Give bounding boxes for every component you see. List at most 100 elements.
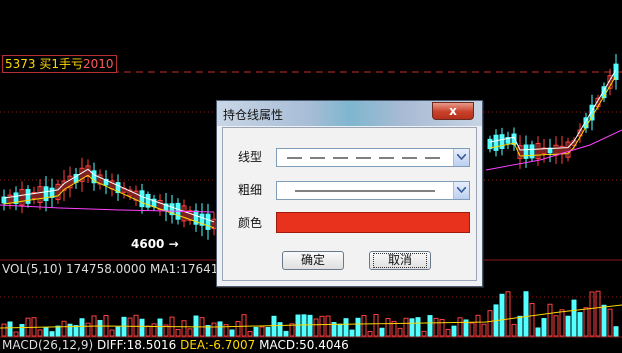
volume-bar (73, 325, 79, 337)
volume-bar (43, 327, 49, 337)
cancel-button[interactable]: 取消 (369, 251, 431, 270)
volume-bar (343, 318, 349, 337)
position-amount: 2010 (83, 57, 114, 71)
dashed-line-preview-icon (287, 157, 443, 159)
volume-bar (67, 323, 73, 337)
volume-bar (337, 323, 343, 337)
volume-bar (517, 315, 523, 337)
volume-bar (457, 317, 463, 337)
dialog-body: 线型 粗细 颜色 确定 取消 (222, 127, 477, 281)
volume-bar (127, 317, 133, 337)
line-type-select[interactable] (276, 148, 470, 167)
ma-line-white (489, 69, 617, 151)
volume-bar (427, 315, 433, 337)
dialog-titlebar[interactable]: 持仓线属性 x (217, 101, 482, 126)
candle-body (499, 134, 505, 149)
volume-bar (277, 322, 283, 337)
volume-bars (0, 290, 622, 337)
volume-bar (325, 315, 331, 337)
volume-bar (403, 317, 409, 337)
volume-bar (487, 310, 493, 337)
volume-bar (349, 329, 355, 337)
volume-bar (469, 322, 475, 337)
volume-bar (37, 329, 43, 337)
macd-value: MACD:50.4046 (259, 338, 349, 352)
volume-bar (61, 320, 67, 337)
volume-bar (601, 304, 607, 337)
volume-bar (97, 319, 103, 337)
volume-bar (115, 326, 121, 337)
macd-indicator-text: MACD(26,12,9) DIFF:18.5016 DEA:-6.7007 M… (2, 338, 349, 352)
candle-body (43, 186, 49, 202)
volume-bar (139, 318, 145, 337)
volume-bar (181, 320, 187, 337)
color-swatch[interactable] (276, 212, 470, 233)
chevron-down-icon[interactable] (453, 182, 469, 199)
volume-bar (247, 330, 253, 337)
volume-bar (415, 317, 421, 337)
line-type-label: 线型 (238, 150, 263, 164)
chevron-down-icon[interactable] (453, 149, 469, 166)
volume-bar (577, 312, 583, 337)
volume-bar (409, 318, 415, 337)
volume-bar (559, 309, 565, 337)
volume-bar (283, 330, 289, 337)
volume-bar (49, 331, 55, 337)
position-price: 5373 (5, 57, 36, 71)
volume-bar (421, 330, 427, 337)
volume-bar (553, 315, 559, 337)
volume-bar (193, 315, 199, 337)
volume-bar (79, 318, 85, 337)
volume-bar (547, 303, 553, 337)
volume-bar (385, 318, 391, 337)
position-line-label[interactable]: 5373 买1手亏2010 (2, 55, 117, 73)
volume-bar (319, 315, 325, 337)
volume-bar (481, 323, 487, 337)
volume-bar (109, 329, 115, 337)
volume-bar (211, 322, 217, 337)
candle-body (25, 188, 31, 204)
volume-bar (571, 299, 577, 337)
volume-bar (439, 319, 445, 337)
volume-bar (133, 314, 139, 337)
macd-prefix: MACD(26,12,9) (2, 338, 97, 352)
candle-body (493, 134, 499, 151)
volume-bar (175, 329, 181, 337)
volume-bar (217, 321, 223, 337)
ok-button[interactable]: 确定 (282, 251, 344, 270)
volume-bar (145, 325, 151, 337)
macd-dea: DEA:-6.7007 (180, 338, 256, 352)
volume-bar (583, 307, 589, 337)
volume-indicator-text: VOL(5,10) 174758.0000 MA1:176419 (2, 262, 227, 276)
volume-bar (7, 321, 13, 337)
volume-bar (613, 326, 619, 337)
close-icon: x (449, 104, 457, 118)
volume-bar (451, 325, 457, 337)
close-button[interactable]: x (432, 102, 474, 120)
volume-bar (19, 323, 25, 337)
thickness-select[interactable] (276, 181, 470, 200)
volume-bar (379, 327, 385, 337)
volume-bar (85, 322, 91, 337)
volume-bar (1, 323, 7, 337)
volume-bar (367, 331, 373, 337)
volume-bar (475, 314, 481, 337)
volume-bar (271, 315, 277, 337)
volume-bar (499, 293, 505, 337)
volume-bar (445, 329, 451, 337)
volume-bar (511, 323, 517, 337)
candle-body (139, 190, 145, 208)
volume-bar (55, 325, 61, 337)
volume-bar (259, 326, 265, 337)
volume-bar (373, 313, 379, 337)
volume-bar (157, 318, 163, 337)
volume-bar (535, 327, 541, 337)
dialog-title: 持仓线属性 (223, 108, 284, 122)
volume-bar (313, 318, 319, 337)
thickness-label: 粗细 (238, 183, 263, 197)
solid-line-preview-icon (295, 190, 435, 192)
volume-bar (13, 331, 19, 337)
volume-bar (307, 314, 313, 337)
low-price-marker: 4600 → (131, 237, 179, 251)
volume-bar (505, 291, 511, 337)
